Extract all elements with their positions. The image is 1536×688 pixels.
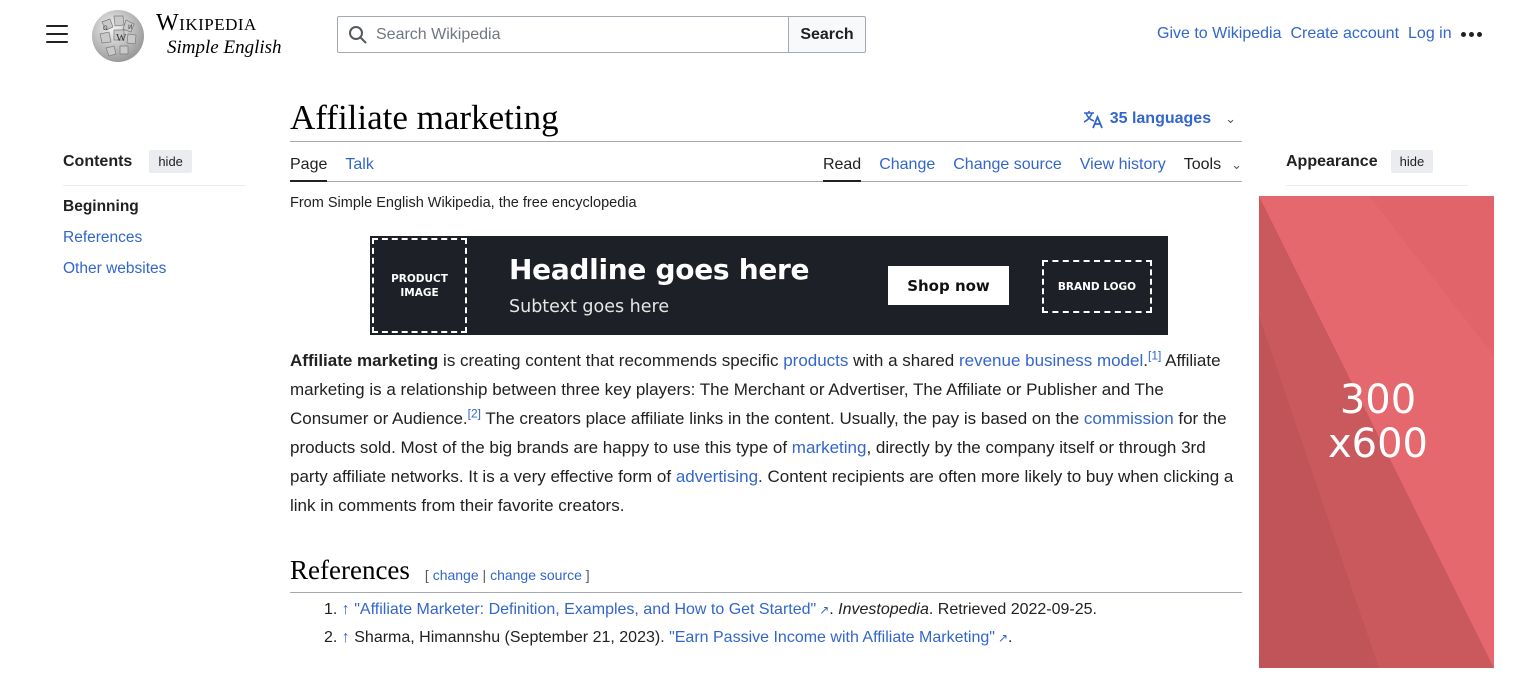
ad-size-label: 300 x600 [1327, 377, 1429, 467]
user-links: Give to Wikipedia Create account Log in [1157, 25, 1452, 43]
toc-item-other-websites[interactable]: Other websites [63, 259, 246, 290]
reference-publisher: Investopedia [838, 601, 929, 618]
main-menu-button[interactable] [44, 22, 70, 46]
search-icon [349, 25, 367, 44]
languages-button[interactable]: 35 languages ⌄ [1082, 109, 1236, 129]
chevron-down-icon: ⌄ [1231, 157, 1242, 172]
link-marketing[interactable]: marketing [792, 438, 867, 457]
separator: | [478, 567, 491, 583]
tab-page[interactable]: Page [290, 142, 328, 182]
tab-view-history[interactable]: View history [1080, 142, 1166, 182]
link-revenue-business-model[interactable]: revenue business model [959, 351, 1143, 370]
reference-number: 1. [324, 601, 338, 618]
backlink-arrow[interactable]: ↑ [342, 629, 350, 646]
tab-change[interactable]: Change [879, 142, 935, 182]
ad-banner[interactable]: PRODUCT IMAGE Headline goes here Subtext… [370, 236, 1168, 335]
search-button[interactable]: Search [788, 16, 866, 53]
link-advertising[interactable]: advertising [676, 467, 758, 486]
text-run: with a shared [848, 351, 959, 370]
tab-read[interactable]: Read [822, 142, 862, 182]
link-products[interactable]: products [783, 351, 848, 370]
donate-link[interactable]: Give to Wikipedia [1157, 25, 1282, 43]
lead-term: Affiliate marketing [290, 351, 439, 370]
toc-title: Contents [63, 152, 133, 170]
references-title: References [290, 555, 410, 585]
login-link[interactable]: Log in [1408, 25, 1452, 43]
toc-item-references[interactable]: References [63, 228, 246, 259]
table-of-contents: Contents hide Beginning References Other… [63, 150, 246, 290]
tab-talk[interactable]: Talk [345, 142, 373, 182]
link-commission[interactable]: commission [1084, 409, 1174, 428]
bracket: ] [581, 567, 590, 583]
text-run: The creators place affiliate links in th… [481, 409, 1084, 428]
references-heading: References [ change | change source ] [290, 553, 1242, 593]
edit-section-change-link[interactable]: change [433, 567, 479, 583]
page-tabs: Page Talk Read Change Change source View… [290, 142, 1242, 182]
tab-change-source[interactable]: Change source [953, 142, 1062, 182]
banner-subtext: Subtext goes here [509, 297, 670, 317]
tools-label: Tools [1183, 156, 1222, 173]
wikipedia-globe-logo[interactable]: W Ω И [90, 8, 148, 63]
banner-product-image: PRODUCT IMAGE [372, 238, 467, 333]
reference-author: Sharma, Himannshu (September 21, 2023). [354, 629, 670, 646]
reference-item: 1. ↑ "Affiliate Marketer: Definition, Ex… [324, 601, 1097, 618]
reference-number: 2. [324, 629, 338, 646]
toc-header: Contents hide [63, 150, 246, 186]
more-options-icon[interactable] [1461, 32, 1482, 37]
external-link-icon: ↗ [997, 631, 1009, 645]
languages-label: 35 languages [1109, 110, 1212, 127]
reference-retrieved: . Retrieved 2022-09-25. [928, 601, 1097, 618]
side-ad-placeholder[interactable]: 300 x600 [1259, 196, 1494, 668]
reference-link[interactable]: "Affiliate Marketer: Definition, Example… [354, 601, 816, 618]
svg-text:Ω: Ω [103, 25, 108, 32]
toc-hide-button[interactable]: hide [149, 150, 192, 173]
reference-link[interactable]: "Earn Passive Income with Affiliate Mark… [669, 629, 995, 646]
article-paragraph: Affiliate marketing is creating content … [290, 346, 1242, 520]
external-link-icon: ↗ [819, 603, 830, 617]
create-account-link[interactable]: Create account [1291, 25, 1400, 43]
wikipedia-wordmark[interactable]: Wikipedia [156, 10, 257, 37]
search-box[interactable] [337, 16, 789, 53]
citation-2[interactable]: [2] [468, 406, 481, 420]
tools-menu[interactable]: Tools ⌄ [1184, 142, 1242, 182]
appearance-title: Appearance [1286, 152, 1378, 170]
edit-section-source-link[interactable]: change source [490, 567, 582, 583]
site-tagline: Simple English [167, 37, 282, 58]
appearance-hide-button[interactable]: hide [1390, 150, 1434, 173]
main-content: Affiliate marketing 35 languages ⌄ Page … [290, 96, 1242, 646]
reference-end: . [1008, 629, 1013, 646]
shop-now-button[interactable]: Shop now [888, 266, 1009, 305]
backlink-arrow[interactable]: ↑ [342, 601, 350, 618]
svg-text:W: W [116, 32, 127, 44]
references-list: 1. ↑ "Affiliate Marketer: Definition, Ex… [324, 599, 1097, 655]
reference-item: 2. ↑ Sharma, Himannshu (September 21, 20… [324, 627, 1097, 655]
banner-headline: Headline goes here [509, 253, 810, 286]
svg-text:И: И [128, 24, 133, 31]
banner-brand-logo: BRAND LOGO [1042, 260, 1152, 313]
site-sub: From Simple English Wikipedia, the free … [290, 195, 637, 211]
bracket: [ [424, 567, 433, 583]
citation-1[interactable]: [1] [1148, 348, 1161, 362]
toc-item-beginning[interactable]: Beginning [63, 197, 246, 228]
section-edit-links: [ change | change source ] [425, 567, 590, 583]
chevron-down-icon: ⌄ [1225, 111, 1236, 126]
translate-icon [1083, 111, 1103, 129]
search-input[interactable] [376, 25, 756, 44]
appearance-panel-header: Appearance hide [1286, 150, 1468, 186]
text-run: is creating content that recommends spec… [438, 351, 784, 370]
